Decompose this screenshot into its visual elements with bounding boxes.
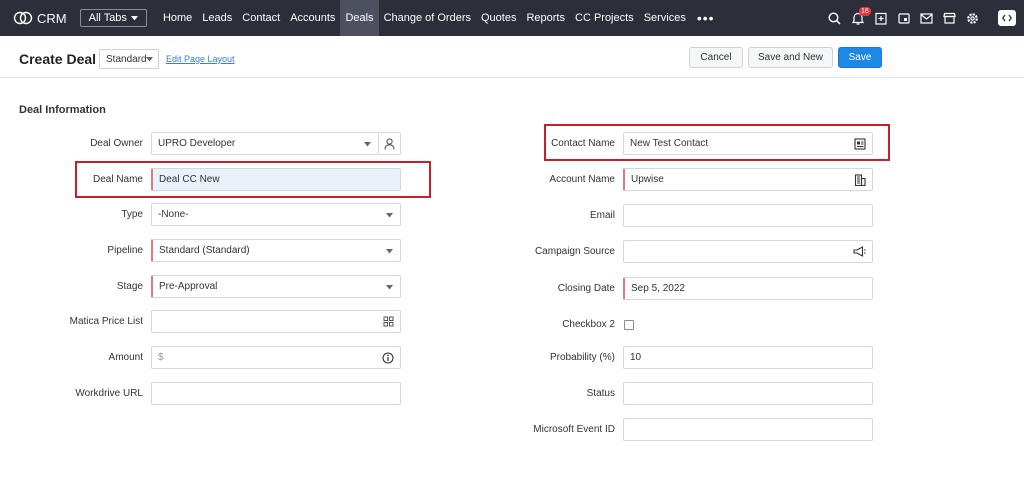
status-label: Status bbox=[586, 388, 615, 399]
page-header: Create Deal Standard Edit Page Layout Ca… bbox=[0, 36, 1024, 78]
contact-name-input[interactable]: New Test Contact bbox=[623, 132, 873, 155]
deal-owner-label: Deal Owner bbox=[90, 138, 143, 149]
nav-deals[interactable]: Deals bbox=[340, 0, 379, 36]
closing-date-value: Sep 5, 2022 bbox=[631, 283, 685, 294]
pipeline-label: Pipeline bbox=[107, 245, 143, 256]
pipeline-select[interactable]: Standard (Standard) bbox=[151, 239, 401, 262]
top-navigation: CRM All Tabs Home Leads Contact Accounts… bbox=[0, 0, 1024, 36]
nav-reports[interactable]: Reports bbox=[521, 0, 570, 36]
deal-owner-select[interactable]: UPRO Developer bbox=[151, 132, 379, 155]
probability-label: Probability (%) bbox=[549, 352, 615, 363]
pipeline-value: Standard (Standard) bbox=[159, 245, 250, 256]
amount-placeholder: $ bbox=[158, 352, 164, 363]
megaphone-icon[interactable] bbox=[853, 246, 866, 257]
probability-input[interactable]: 10 bbox=[623, 346, 873, 369]
grid-lookup-icon[interactable] bbox=[383, 316, 394, 327]
chevron-down-icon bbox=[364, 142, 371, 147]
deal-owner-value: UPRO Developer bbox=[158, 138, 236, 149]
chevron-down-icon bbox=[146, 57, 153, 62]
email-input[interactable] bbox=[623, 204, 873, 227]
type-select[interactable]: -None- bbox=[151, 203, 401, 226]
nav-leads[interactable]: Leads bbox=[197, 0, 237, 36]
stage-value: Pre-Approval bbox=[159, 281, 218, 292]
info-icon[interactable] bbox=[382, 352, 394, 364]
user-lookup-button[interactable] bbox=[379, 132, 401, 155]
nav-services[interactable]: Services bbox=[639, 0, 691, 36]
email-label: Email bbox=[589, 210, 615, 221]
account-name-input[interactable]: Upwise bbox=[623, 168, 873, 191]
checkbox-2-label: Checkbox 2 bbox=[562, 319, 615, 330]
nav-accounts[interactable]: Accounts bbox=[285, 0, 340, 36]
closing-date-label: Closing Date bbox=[557, 283, 615, 294]
store-icon[interactable] bbox=[938, 0, 961, 36]
chevron-down-icon bbox=[386, 249, 393, 254]
status-input[interactable] bbox=[623, 382, 873, 405]
microsoft-event-id-label: Microsoft Event ID bbox=[533, 424, 615, 435]
campaign-source-input[interactable] bbox=[623, 240, 873, 263]
mail-icon[interactable] bbox=[915, 0, 938, 36]
nav-cc-projects[interactable]: CC Projects bbox=[570, 0, 639, 36]
closing-date-input[interactable]: Sep 5, 2022 bbox=[623, 277, 873, 300]
microsoft-event-id-input[interactable] bbox=[623, 418, 873, 441]
deal-name-label: Deal Name bbox=[92, 174, 143, 185]
type-label: Type bbox=[121, 209, 143, 220]
app-name: CRM bbox=[37, 10, 67, 26]
bell-icon[interactable]: 16 bbox=[846, 0, 871, 36]
gear-icon[interactable] bbox=[961, 0, 984, 36]
zoho-apps-icon[interactable] bbox=[998, 10, 1016, 26]
amount-label: Amount bbox=[108, 352, 143, 363]
contact-card-icon[interactable] bbox=[854, 138, 866, 150]
stage-select[interactable]: Pre-Approval bbox=[151, 275, 401, 298]
type-value: -None- bbox=[158, 209, 189, 220]
account-name-label: Account Name bbox=[549, 174, 615, 185]
nav-change-of-orders[interactable]: Change of Orders bbox=[379, 0, 476, 36]
contact-name-label: Contact Name bbox=[551, 138, 615, 149]
nav-links: Home Leads Contact Accounts Deals Change… bbox=[158, 0, 721, 36]
chevron-down-icon bbox=[386, 285, 393, 290]
edit-page-layout-link[interactable]: Edit Page Layout bbox=[166, 54, 235, 64]
matica-price-list-input[interactable] bbox=[151, 310, 401, 333]
nav-quotes[interactable]: Quotes bbox=[476, 0, 521, 36]
building-icon[interactable] bbox=[854, 174, 866, 186]
chevron-down-icon bbox=[130, 15, 138, 20]
crm-logo-icon bbox=[13, 11, 33, 25]
crm-logo[interactable]: CRM bbox=[13, 11, 67, 26]
save-button[interactable]: Save bbox=[838, 47, 882, 68]
layout-select[interactable]: Standard bbox=[99, 49, 159, 69]
user-icon bbox=[384, 137, 395, 150]
checkbox-2[interactable] bbox=[624, 320, 634, 330]
deal-name-input[interactable]: Deal CC New bbox=[151, 168, 401, 191]
save-and-new-button[interactable]: Save and New bbox=[748, 47, 833, 68]
add-note-icon[interactable] bbox=[869, 0, 892, 36]
nav-icons: 16 bbox=[823, 0, 1016, 36]
search-icon[interactable] bbox=[823, 0, 846, 36]
deal-name-value: Deal CC New bbox=[159, 174, 220, 185]
workdrive-url-label: Workdrive URL bbox=[75, 388, 143, 399]
cancel-button[interactable]: Cancel bbox=[689, 47, 743, 68]
calendar-icon[interactable] bbox=[892, 0, 915, 36]
workdrive-url-input[interactable] bbox=[151, 382, 401, 405]
nav-home[interactable]: Home bbox=[158, 0, 197, 36]
more-tabs-button[interactable]: ••• bbox=[691, 0, 721, 36]
all-tabs-button[interactable]: All Tabs bbox=[79, 9, 147, 27]
nav-contact[interactable]: Contact bbox=[237, 0, 285, 36]
account-name-value: Upwise bbox=[631, 174, 664, 185]
stage-label: Stage bbox=[116, 281, 143, 292]
page-title: Create Deal bbox=[19, 51, 97, 67]
chevron-down-icon bbox=[386, 213, 393, 218]
layout-select-value: Standard bbox=[106, 53, 147, 65]
all-tabs-label: All Tabs bbox=[88, 12, 127, 24]
section-title: Deal Information bbox=[19, 104, 106, 116]
campaign-source-label: Campaign Source bbox=[534, 246, 615, 257]
probability-value: 10 bbox=[630, 352, 642, 363]
matica-price-list-label: Matica Price List bbox=[69, 316, 143, 327]
amount-input[interactable]: $ bbox=[151, 346, 401, 369]
contact-name-value: New Test Contact bbox=[630, 138, 709, 149]
